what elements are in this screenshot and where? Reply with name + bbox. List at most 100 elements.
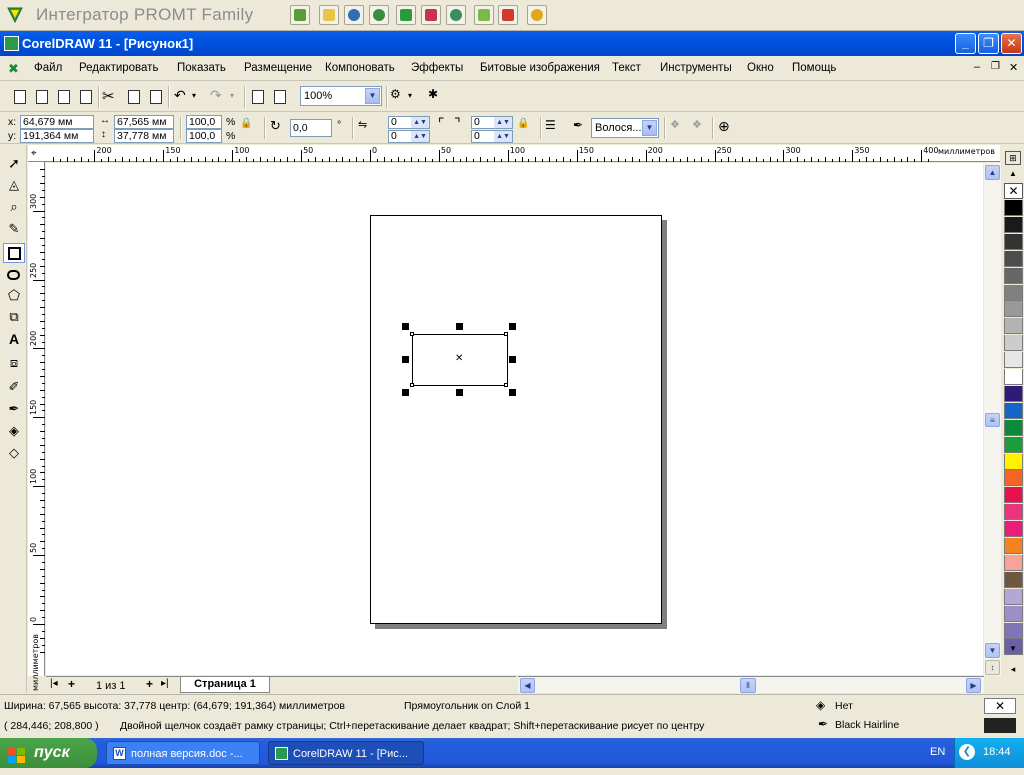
corner-tr-input[interactable]: 0 ▲▼	[471, 116, 513, 129]
scroll-up-icon[interactable]: ▲	[985, 165, 1000, 180]
color-swatch[interactable]	[1004, 267, 1023, 284]
outline-swatch[interactable]	[984, 718, 1016, 733]
color-swatch[interactable]	[1004, 318, 1023, 335]
center-marker-icon[interactable]: ✕	[455, 353, 463, 364]
drawing-page[interactable]	[370, 215, 662, 624]
color-swatch[interactable]	[1004, 571, 1023, 588]
chevron-down-icon[interactable]: ▼	[365, 88, 380, 104]
outline-width-select[interactable]: Волося... ▼	[591, 118, 659, 138]
corner-tl-input[interactable]: 0 ▲▼	[388, 116, 430, 129]
tab-page-1[interactable]: Страница 1	[180, 677, 270, 693]
palette-options-icon[interactable]: ⊞	[1005, 151, 1021, 165]
close-button[interactable]: ✕	[1001, 33, 1022, 54]
freehand-tool-icon[interactable]: ✎	[3, 221, 25, 241]
new-file-icon[interactable]	[10, 87, 30, 107]
promt-book-icon[interactable]	[421, 5, 441, 25]
outline-tool-icon[interactable]: ✒	[3, 401, 25, 421]
corner-node[interactable]	[504, 332, 508, 336]
polygon-tool-icon[interactable]: ⬠	[3, 287, 25, 307]
promt-dictionary-icon[interactable]	[498, 5, 518, 25]
chevron-down-icon[interactable]: ▼	[642, 120, 657, 136]
doc-close-button[interactable]: ✕	[1009, 61, 1018, 74]
scroll-right-icon[interactable]: ▶	[966, 678, 981, 693]
x-position-input[interactable]: 64,679 мм	[20, 115, 94, 129]
corner-node[interactable]	[410, 383, 414, 387]
wrap-text-icon[interactable]: ☰	[545, 118, 565, 138]
color-swatch[interactable]	[1004, 301, 1023, 318]
selection-handle[interactable]	[456, 323, 463, 330]
fill-swatch-none[interactable]: ✕	[984, 698, 1016, 714]
zoom-level-select[interactable]: 100% ▼	[300, 86, 382, 106]
selection-handle[interactable]	[402, 356, 409, 363]
corner-br-input[interactable]: 0 ▲▼	[471, 130, 513, 143]
y-position-input[interactable]: 191,364 мм	[20, 129, 94, 143]
color-swatch[interactable]	[1004, 436, 1023, 453]
horizontal-scroll-thumb[interactable]: ⦀	[740, 678, 756, 693]
menu-tools[interactable]: Инструменты	[660, 62, 732, 74]
palette-scroll-down-icon[interactable]: ▼	[1005, 643, 1021, 655]
save-icon[interactable]	[54, 87, 74, 107]
outline-pen-icon[interactable]: ✒	[573, 118, 593, 138]
task-word-document[interactable]: W полная версия.doc -...	[106, 741, 260, 765]
interactive-fill-tool-icon[interactable]: ◇	[3, 445, 25, 465]
vertical-ruler[interactable]: 300 250 200 150 100 50 0	[28, 162, 45, 676]
doc-minimize-button[interactable]: –	[974, 61, 980, 73]
open-file-icon[interactable]	[32, 87, 52, 107]
start-button[interactable]: пуск	[0, 738, 97, 768]
undo-icon[interactable]: ↶	[174, 87, 194, 107]
horizontal-scrollbar[interactable]: ◀ ⦀ ▶	[518, 676, 984, 693]
menu-layout[interactable]: Размещение	[244, 62, 312, 74]
promt-translate-icon[interactable]	[290, 5, 310, 25]
height-input[interactable]: 37,778 мм	[114, 129, 174, 143]
launcher-dropdown-icon[interactable]: ▾	[408, 91, 428, 111]
spin-arrows-icon[interactable]: ▲▼	[494, 117, 512, 128]
basic-shapes-tool-icon[interactable]: ⧉	[3, 309, 25, 329]
corel-online-icon[interactable]: ✱	[428, 87, 448, 107]
menu-bitmaps[interactable]: Битовые изображения	[480, 62, 600, 74]
spin-arrows-icon[interactable]: ▲▼	[494, 131, 512, 142]
promt-filter-icon[interactable]	[396, 5, 416, 25]
color-swatch[interactable]	[1004, 470, 1023, 487]
interactive-blend-tool-icon[interactable]: ⧈	[3, 355, 25, 375]
palette-expand-icon[interactable]: ◂	[1005, 663, 1021, 675]
scroll-left-icon[interactable]: ◀	[520, 678, 535, 693]
print-icon[interactable]	[76, 87, 96, 107]
color-swatch[interactable]	[1004, 605, 1023, 622]
menu-edit[interactable]: Редактировать	[79, 62, 158, 74]
color-swatch[interactable]	[1004, 419, 1023, 436]
promt-globe-icon[interactable]	[344, 5, 364, 25]
add-page-before-icon[interactable]: +	[68, 677, 75, 691]
corner-node[interactable]	[504, 383, 508, 387]
add-page-after-icon[interactable]: +	[146, 677, 153, 691]
mirror-horizontal-icon[interactable]: ⇋	[358, 118, 378, 138]
corner-bl-input[interactable]: 0 ▲▼	[388, 130, 430, 143]
export-icon[interactable]	[270, 87, 290, 107]
promt-search-icon[interactable]	[369, 5, 389, 25]
selection-handle[interactable]	[456, 389, 463, 396]
rectangle-tool-icon[interactable]	[3, 243, 25, 263]
spin-arrows-icon[interactable]: ▲▼	[411, 117, 429, 128]
color-swatch[interactable]	[1004, 453, 1023, 470]
scroll-down-icon[interactable]: ▼	[985, 643, 1000, 658]
spin-arrows-icon[interactable]: ▲▼	[411, 131, 429, 142]
tray-expand-icon[interactable]: ❮	[959, 744, 975, 760]
color-swatch[interactable]	[1004, 588, 1023, 605]
vertical-scrollbar[interactable]: ▲ ≡ ▼ ↕	[984, 163, 1001, 676]
cut-icon[interactable]: ✂	[102, 87, 122, 107]
menu-window[interactable]: Окно	[747, 62, 774, 74]
color-swatch[interactable]	[1004, 335, 1023, 352]
color-swatch[interactable]	[1004, 369, 1023, 385]
color-swatch[interactable]	[1004, 622, 1023, 639]
target-icon[interactable]: ⊕	[718, 118, 738, 138]
rotation-angle-input[interactable]: 0,0	[290, 119, 332, 137]
window-title-bar[interactable]: CorelDRAW 11 - [Рисунок1]	[0, 31, 1024, 56]
copy-icon[interactable]	[124, 87, 144, 107]
zoom-tool-icon[interactable]: ⌕	[3, 199, 25, 219]
navigator-icon[interactable]: ↕	[985, 660, 1000, 675]
corner-node[interactable]	[410, 332, 414, 336]
ruler-origin-icon[interactable]: ⌖	[31, 148, 37, 159]
selection-handle[interactable]	[402, 323, 409, 330]
menu-file[interactable]: Файл	[34, 62, 62, 74]
task-coreldraw[interactable]: CorelDRAW 11 - [Рис...	[268, 741, 424, 765]
palette-scroll-up-icon[interactable]: ▲	[1005, 169, 1021, 179]
